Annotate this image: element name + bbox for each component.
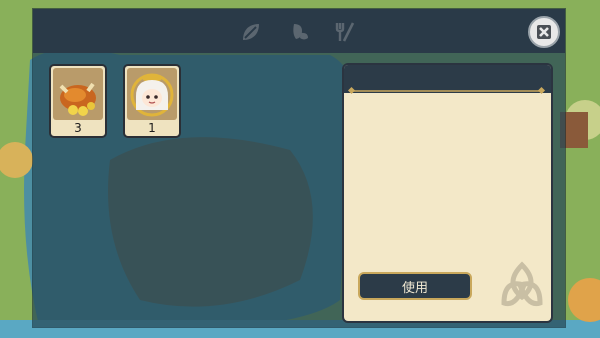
item-art xyxy=(127,68,177,120)
close-x-icon xyxy=(537,25,551,39)
item-detail-card: 使用 xyxy=(342,63,553,323)
character-portrait-icon xyxy=(130,73,174,117)
seed-icon xyxy=(293,24,308,40)
triquetra-emblem-icon xyxy=(501,261,543,307)
category-tab-bar xyxy=(33,9,565,53)
item-count: 1 xyxy=(148,121,156,135)
ornament-divider xyxy=(348,86,546,95)
utensils-icon xyxy=(335,22,355,42)
inventory-window: 3 1 使用 xyxy=(33,9,565,327)
tab-cooking[interactable] xyxy=(332,19,358,45)
use-button[interactable]: 使用 xyxy=(358,272,472,300)
close-button[interactable] xyxy=(528,16,560,48)
inventory-slot-roast-chicken[interactable]: 3 xyxy=(49,64,107,138)
item-art xyxy=(53,68,103,120)
tab-seed[interactable] xyxy=(287,19,313,45)
roast-chicken-icon xyxy=(59,82,96,116)
item-count: 3 xyxy=(74,121,82,135)
leaf-icon xyxy=(243,24,259,40)
inventory-slot-character-doll[interactable]: 1 xyxy=(123,64,181,138)
tab-leaf[interactable] xyxy=(238,19,264,45)
